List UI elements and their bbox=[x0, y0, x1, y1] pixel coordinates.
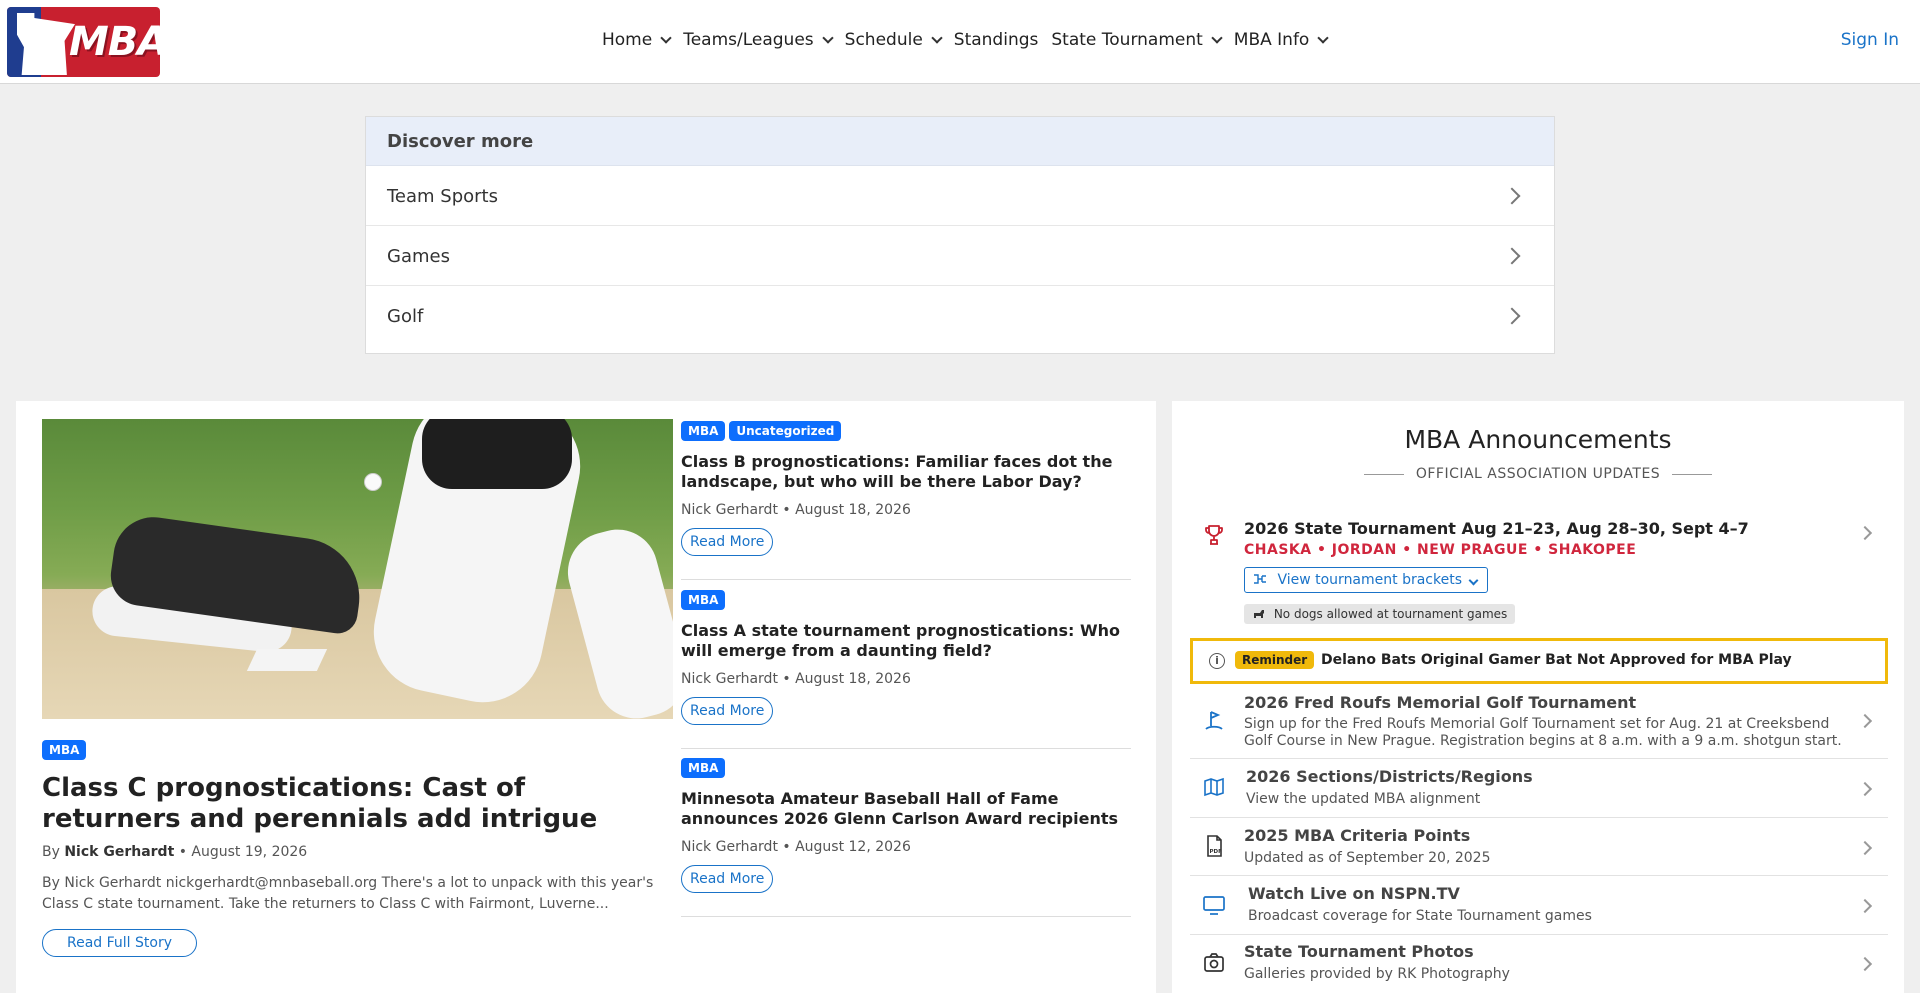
nav-home[interactable]: Home bbox=[602, 30, 672, 50]
discover-more-panel: Discover more Team Sports Games Golf bbox=[365, 116, 1555, 354]
announcement-watch-live[interactable]: Watch Live on NSPN.TV Broadcast coverage… bbox=[1190, 876, 1888, 935]
chevron-right-icon bbox=[1503, 187, 1521, 205]
read-full-story-button[interactable]: Read Full Story bbox=[42, 929, 197, 957]
read-more-button[interactable]: Read More bbox=[681, 697, 774, 725]
nav-teams-leagues[interactable]: Teams/Leagues bbox=[683, 30, 834, 50]
dog-icon bbox=[1254, 610, 1264, 618]
svg-text:PDF: PDF bbox=[1210, 849, 1223, 855]
mba-logo[interactable]: MBA bbox=[7, 7, 160, 77]
article-item: MBA Class A state tournament prognostica… bbox=[681, 589, 1131, 749]
announcement-photos[interactable]: State Tournament Photos Galleries provid… bbox=[1190, 935, 1888, 993]
category-badge[interactable]: MBA bbox=[681, 590, 726, 610]
announcement-criteria-points[interactable]: PDF 2025 MBA Criteria Points Updated as … bbox=[1190, 818, 1888, 876]
chevron-down-icon bbox=[1468, 575, 1479, 586]
nav-mba-info[interactable]: MBA Info bbox=[1234, 30, 1330, 50]
map-icon bbox=[1204, 777, 1224, 797]
chevron-right-icon bbox=[1857, 781, 1873, 797]
chevron-right-icon bbox=[1503, 247, 1521, 265]
discover-item-games[interactable]: Games bbox=[366, 226, 1554, 286]
announcement-golf-tournament[interactable]: 2026 Fred Roufs Memorial Golf Tournament… bbox=[1190, 687, 1888, 759]
read-more-button[interactable]: Read More bbox=[681, 528, 774, 556]
chevron-down-icon bbox=[821, 31, 834, 44]
chevron-right-icon bbox=[1857, 525, 1873, 541]
article-title[interactable]: Class A state tournament prognostication… bbox=[681, 621, 1131, 661]
chevron-down-icon bbox=[1211, 31, 1223, 44]
chevron-right-icon bbox=[1503, 307, 1521, 325]
trophy-icon bbox=[1205, 525, 1223, 545]
tv-icon bbox=[1203, 896, 1225, 915]
discover-item-golf[interactable]: Golf bbox=[366, 286, 1554, 346]
no-dogs-note: No dogs allowed at tournament games bbox=[1244, 604, 1516, 624]
announcements-panel: MBA Announcements OFFICIAL ASSOCIATION U… bbox=[1172, 401, 1904, 993]
feature-byline: By Nick Gerhardt • August 19, 2026 bbox=[42, 844, 308, 860]
news-section: MBA Class C prognostications: Cast of re… bbox=[16, 401, 1156, 993]
info-icon: i bbox=[1209, 653, 1225, 669]
category-badge[interactable]: MBA bbox=[42, 740, 87, 760]
category-badge[interactable]: Uncategorized bbox=[729, 421, 842, 441]
chevron-right-icon bbox=[1857, 956, 1873, 972]
main-nav: Home Teams/Leagues Schedule Standings St… bbox=[602, 30, 1340, 50]
article-item: MBA Minnesota Amateur Baseball Hall of F… bbox=[681, 757, 1131, 917]
reminder-badge: Reminder bbox=[1235, 651, 1315, 669]
announcements-title: MBA Announcements bbox=[1404, 425, 1672, 454]
discover-item-team-sports[interactable]: Team Sports bbox=[366, 166, 1554, 226]
top-navbar: MBA Home Teams/Leagues Schedule Standing… bbox=[0, 0, 1920, 84]
article-meta: Nick Gerhardt • August 18, 2026 bbox=[681, 671, 911, 687]
nav-state-tournament[interactable]: State Tournament bbox=[1051, 30, 1223, 50]
announcement-sections[interactable]: 2026 Sections/Districts/Regions View the… bbox=[1190, 759, 1888, 818]
announcement-state-tournament[interactable]: 2026 State Tournament Aug 21–23, Aug 28–… bbox=[1190, 511, 1888, 637]
camera-icon bbox=[1204, 953, 1224, 972]
sign-in-link[interactable]: Sign In bbox=[1841, 30, 1899, 50]
reminder-banner[interactable]: i Reminder Delano Bats Original Gamer Ba… bbox=[1190, 638, 1888, 684]
view-brackets-dropdown[interactable]: View tournament brackets bbox=[1244, 567, 1489, 593]
tournament-title: 2026 State Tournament Aug 21–23, Aug 28–… bbox=[1244, 519, 1749, 538]
category-badge[interactable]: MBA bbox=[681, 758, 726, 778]
chevron-down-icon bbox=[1317, 31, 1330, 44]
announcements-subtitle: OFFICIAL ASSOCIATION UPDATES bbox=[1172, 466, 1904, 482]
read-more-button[interactable]: Read More bbox=[681, 865, 774, 893]
feature-excerpt: By Nick Gerhardt nickgerhardt@mnbaseball… bbox=[42, 875, 654, 912]
feature-headline[interactable]: Class C prognostications: Cast of return… bbox=[42, 773, 662, 835]
minnesota-shape-icon bbox=[17, 13, 75, 75]
article-meta: Nick Gerhardt • August 12, 2026 bbox=[681, 839, 911, 855]
chevron-right-icon bbox=[1857, 898, 1873, 914]
chevron-right-icon bbox=[1857, 713, 1873, 729]
tournament-cities: CHASKA • JORDAN • NEW PRAGUE • SHAKOPEE bbox=[1244, 542, 1637, 558]
chevron-down-icon bbox=[931, 31, 943, 44]
discover-title: Discover more bbox=[366, 117, 1554, 166]
category-badge[interactable]: MBA bbox=[681, 421, 726, 441]
nav-schedule[interactable]: Schedule bbox=[845, 30, 943, 50]
bracket-icon bbox=[1254, 574, 1266, 584]
chevron-right-icon bbox=[1857, 840, 1873, 856]
article-meta: Nick Gerhardt • August 18, 2026 bbox=[681, 502, 911, 518]
nav-standings[interactable]: Standings bbox=[954, 30, 1039, 50]
article-item: MBA Uncategorized Class B prognostication… bbox=[681, 420, 1131, 580]
baseball-icon bbox=[364, 473, 382, 491]
chevron-down-icon bbox=[660, 31, 672, 44]
article-title[interactable]: Minnesota Amateur Baseball Hall of Fame … bbox=[681, 789, 1131, 829]
feature-photo[interactable] bbox=[42, 419, 673, 719]
golf-icon bbox=[1205, 711, 1223, 730]
reminder-text: Delano Bats Original Gamer Bat Not Appro… bbox=[1321, 652, 1792, 668]
article-title[interactable]: Class B prognostications: Familiar faces… bbox=[681, 452, 1131, 492]
pdf-icon: PDF bbox=[1207, 835, 1223, 857]
